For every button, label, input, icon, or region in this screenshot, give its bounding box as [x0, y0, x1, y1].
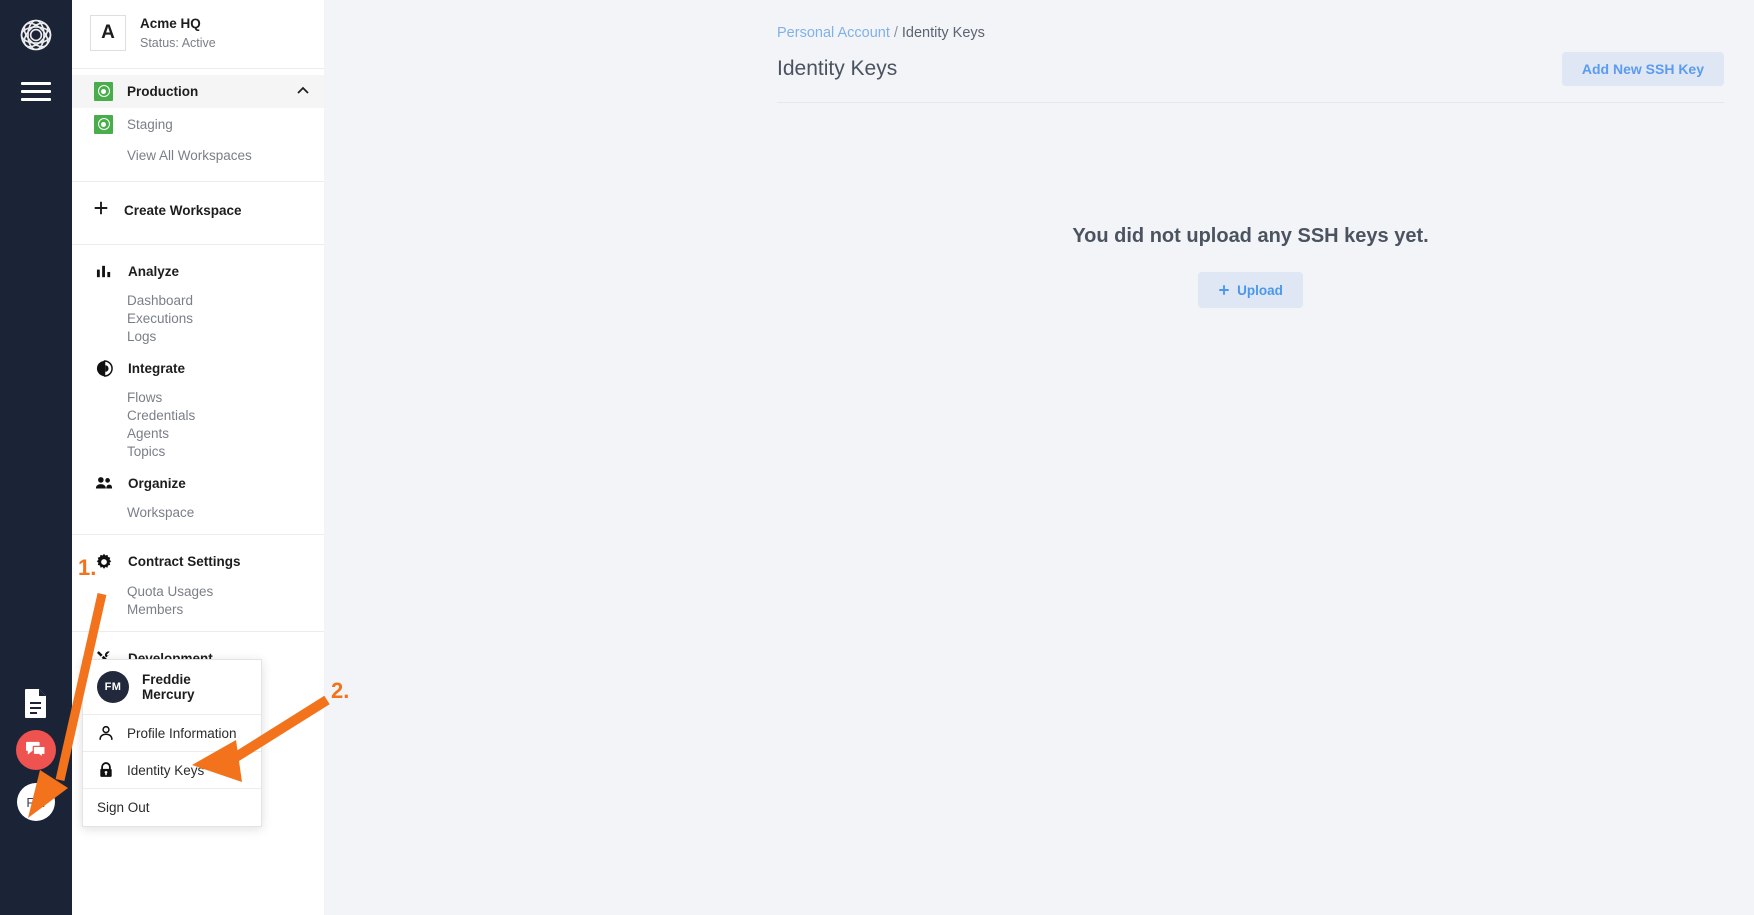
sidebar-group-label: Integrate: [128, 360, 186, 376]
view-all-workspaces[interactable]: View All Workspaces: [72, 141, 324, 171]
sidebar-item-members[interactable]: Members: [72, 601, 324, 619]
sidebar-group-contract-settings[interactable]: Contract Settings: [72, 541, 324, 579]
add-new-ssh-key-button[interactable]: Add New SSH Key: [1561, 52, 1724, 86]
hamburger-menu-icon[interactable]: [21, 82, 51, 104]
workspace-status-icon: [94, 114, 113, 134]
empty-state: You did not upload any SSH keys yet. Upl…: [777, 225, 1724, 308]
rail-avatar-initials: FM: [26, 794, 46, 810]
breadcrumb-parent-link[interactable]: Personal Account: [777, 25, 890, 41]
workspace-item-label: Staging: [127, 116, 173, 132]
sidebar-sublist-organize: Workspace: [72, 500, 324, 524]
sidebar-item-agents[interactable]: Agents: [72, 425, 324, 443]
rail-avatar[interactable]: FM: [17, 783, 55, 821]
workspace-badge: A: [90, 14, 126, 51]
lock-icon: [97, 762, 115, 778]
plus-icon: [92, 199, 110, 222]
header-divider: [777, 102, 1724, 103]
workspace-header[interactable]: A Acme HQ Status: Active: [72, 0, 324, 69]
profile-avatar-initials: FM: [104, 681, 122, 693]
menu-item-label: Profile Information: [127, 725, 237, 741]
upload-button-label: Upload: [1237, 282, 1283, 298]
main-content: Personal Account / Identity Keys Identity …: [324, 0, 1754, 915]
workspace-item-production[interactable]: Production: [72, 74, 324, 108]
menu-item-sign-out[interactable]: Sign Out: [83, 789, 261, 826]
sidebar-item-workspace[interactable]: Workspace: [72, 504, 324, 522]
sidebar-item-dashboard[interactable]: Dashboard: [72, 292, 324, 310]
sidebar-group-label: Analyze: [128, 263, 180, 279]
sidebar-group-organize[interactable]: Organize: [72, 463, 324, 500]
gear-icon: [94, 553, 114, 571]
breadcrumb: Personal Account / Identity Keys: [777, 25, 985, 41]
create-workspace-label: Create Workspace: [124, 203, 242, 219]
nav-group-section-contract: Contract Settings Quota Usages Members: [72, 535, 324, 632]
breadcrumb-current: Identity Keys: [901, 25, 985, 41]
view-all-workspaces-label: View All Workspaces: [127, 148, 252, 164]
document-icon[interactable]: [23, 688, 49, 718]
icon-rail: FM: [0, 0, 72, 915]
workspace-name: Acme HQ: [140, 16, 201, 31]
sidebar-group-integrate[interactable]: Integrate: [72, 348, 324, 385]
menu-item-label: Identity Keys: [127, 762, 205, 778]
create-workspace-button[interactable]: Create Workspace: [72, 188, 324, 234]
profile-avatar: FM: [97, 671, 129, 703]
empty-state-message: You did not upload any SSH keys yet.: [1072, 225, 1429, 247]
menu-item-identity-keys[interactable]: Identity Keys: [83, 752, 261, 789]
sidebar-item-credentials[interactable]: Credentials: [72, 407, 324, 425]
workspace-status: Status: Active: [140, 35, 216, 50]
profile-dropdown-menu: FM Freddie Mercury Profile Information I…: [82, 659, 262, 827]
sidebar-sublist-integrate: Flows Credentials Agents Topics: [72, 385, 324, 463]
orbital-logo-icon: [14, 13, 58, 57]
menu-item-profile-information[interactable]: Profile Information: [83, 715, 261, 752]
chat-bubble-icon[interactable]: [16, 730, 56, 770]
upload-button[interactable]: Upload: [1198, 272, 1303, 308]
profile-user-name: Freddie Mercury: [142, 672, 195, 702]
bar-chart-icon: [94, 263, 114, 280]
sidebar-item-flows[interactable]: Flows: [72, 389, 324, 407]
sidebar-sublist-analyze: Dashboard Executions Logs: [72, 288, 324, 348]
workspace-status-icon: [94, 81, 113, 101]
sidebar-item-executions[interactable]: Executions: [72, 310, 324, 328]
people-icon: [94, 475, 114, 492]
person-icon: [97, 725, 115, 741]
create-workspace-section: Create Workspace: [72, 182, 324, 245]
sidebar-item-quota-usages[interactable]: Quota Usages: [72, 583, 324, 601]
page-title: Identity Keys: [777, 57, 898, 80]
breadcrumb-separator: /: [893, 25, 898, 41]
chevron-up-icon[interactable]: [296, 84, 310, 98]
nav-group-section-primary: Analyze Dashboard Executions Logs Integr…: [72, 245, 324, 535]
sign-out-label: Sign Out: [97, 800, 150, 815]
pie-chart-icon: [94, 359, 114, 377]
sidebar-group-label: Organize: [128, 475, 186, 491]
profile-menu-header: FM Freddie Mercury: [83, 660, 261, 715]
app-root: FM A Acme HQ Status: Active Production S…: [0, 0, 1754, 915]
sidebar-sublist-contract: Quota Usages Members: [72, 579, 324, 621]
sidebar-group-analyze[interactable]: Analyze: [72, 251, 324, 288]
plus-icon: [1219, 285, 1229, 295]
workspace-list-section: Production Staging View All Workspaces: [72, 69, 324, 182]
workspace-item-label: Production: [127, 83, 199, 99]
sidebar-item-topics[interactable]: Topics: [72, 443, 324, 461]
sidebar-item-logs[interactable]: Logs: [72, 328, 324, 346]
sidebar-group-label: Contract Settings: [128, 554, 241, 570]
workspace-item-staging[interactable]: Staging: [72, 108, 324, 141]
